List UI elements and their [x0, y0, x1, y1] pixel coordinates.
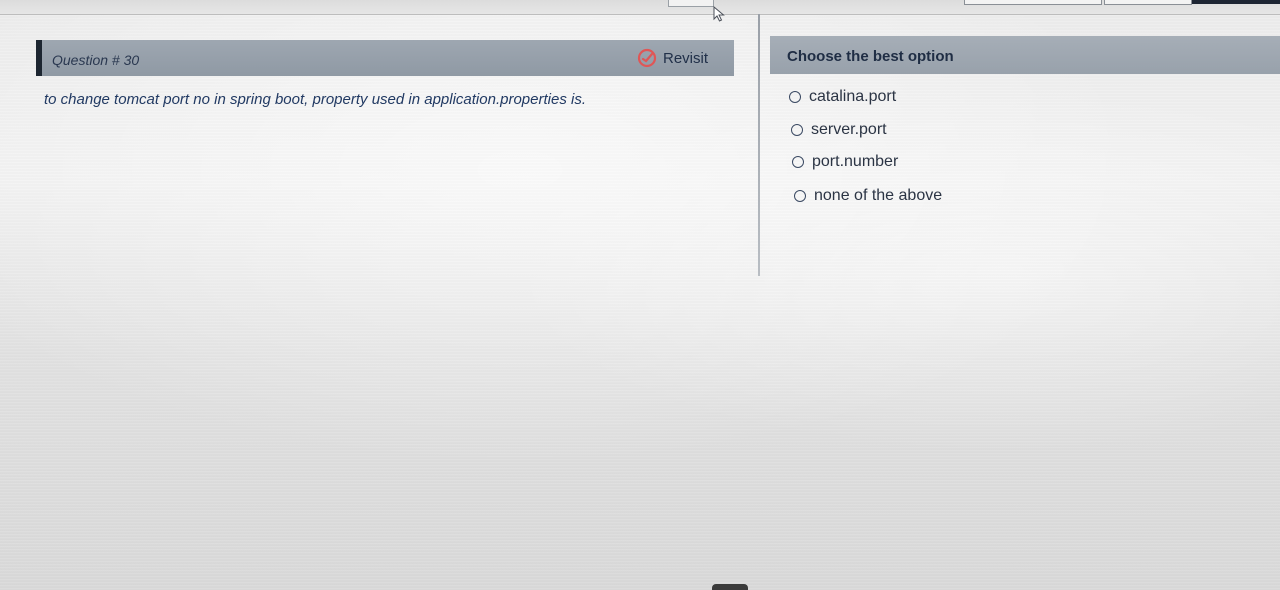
question-header: Question # 30 Revisit: [36, 40, 734, 76]
revisit-icon: [637, 48, 657, 68]
radio-button[interactable]: [791, 124, 803, 136]
question-text: to change tomcat port no in spring boot,…: [44, 91, 586, 108]
screen-texture: [0, 0, 1280, 590]
mouse-cursor-icon: [713, 6, 725, 22]
options-header: Choose the best option: [770, 36, 1280, 74]
option-port-number[interactable]: port.number: [792, 153, 898, 171]
top-tab-remnant: [668, 0, 714, 7]
option-catalina-port[interactable]: catalina.port: [789, 88, 896, 106]
option-server-port[interactable]: server.port: [791, 121, 887, 139]
option-label: port.number: [812, 153, 899, 170]
revisit-button[interactable]: Revisit: [637, 48, 708, 68]
option-label: server.port: [811, 121, 887, 138]
radio-button[interactable]: [792, 156, 804, 168]
question-number: Question # 30: [52, 52, 140, 68]
option-label: none of the above: [814, 187, 943, 204]
radio-button[interactable]: [794, 190, 806, 202]
option-label: catalina.port: [809, 88, 897, 105]
screen-bezel-mark: [712, 584, 748, 590]
top-dark-button-remnant[interactable]: [1192, 0, 1280, 4]
options-title: Choose the best option: [787, 48, 954, 65]
revisit-label: Revisit: [662, 49, 708, 67]
top-button-remnant[interactable]: [1104, 0, 1192, 5]
top-button-remnant[interactable]: [964, 0, 1102, 5]
option-none-of-the-above[interactable]: none of the above: [794, 187, 942, 205]
radio-button[interactable]: [789, 91, 801, 103]
panel-divider: [758, 14, 760, 276]
